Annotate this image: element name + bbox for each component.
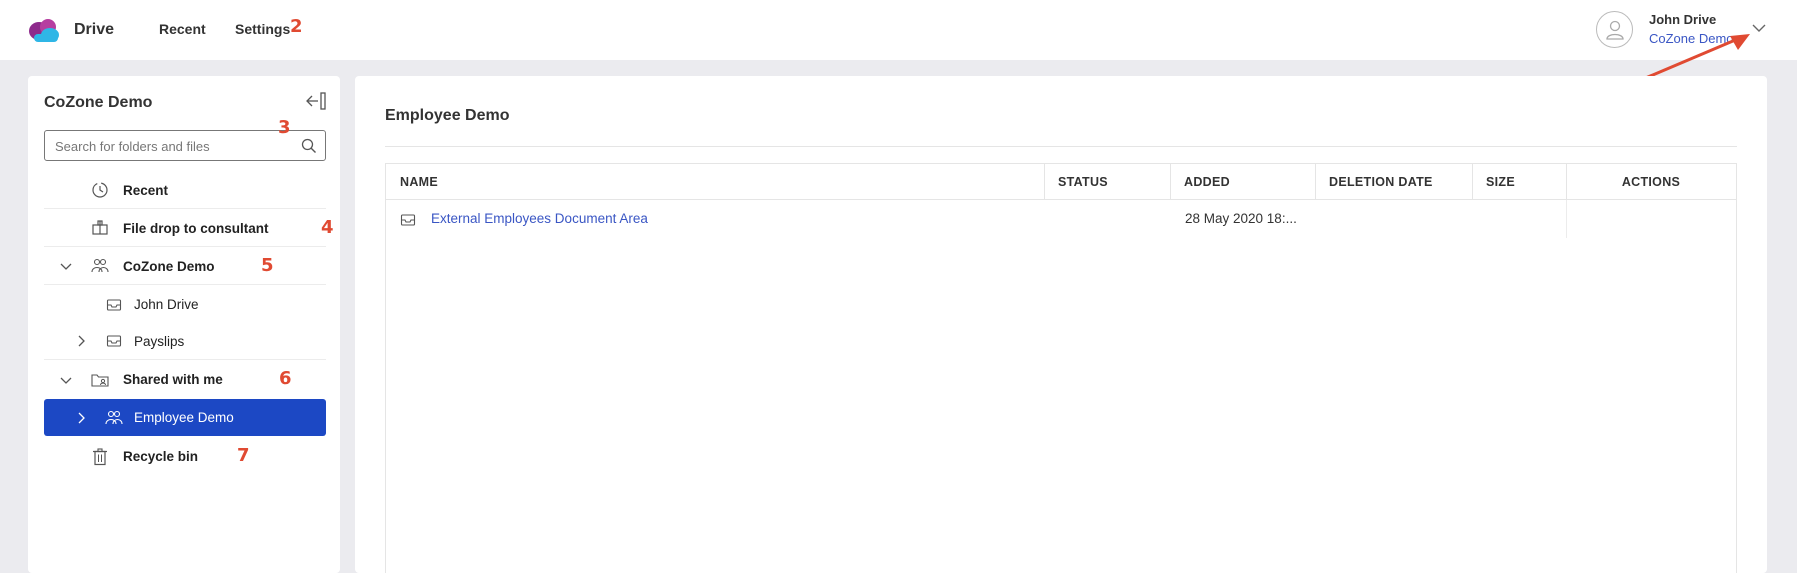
annotation-number: 5 — [261, 255, 274, 276]
file-name-link[interactable]: External Employees Document Area — [431, 200, 648, 238]
file-added-date: 28 May 2020 18:... — [1185, 211, 1297, 226]
column-header-deletion-date[interactable]: DELETION DATE — [1315, 164, 1433, 200]
column-header-size[interactable]: SIZE — [1472, 164, 1515, 200]
chevron-right-icon[interactable] — [74, 334, 88, 348]
sidebar: CoZone Demo Recent File drop to consulta… — [28, 76, 340, 573]
clock-icon — [90, 180, 110, 200]
sidebar-item-employee-demo[interactable]: Employee Demo — [44, 399, 326, 436]
sidebar-title: CoZone Demo — [44, 94, 153, 111]
sidebar-item-label: Recent — [123, 182, 169, 198]
trash-icon — [90, 447, 110, 467]
chevron-down-icon[interactable] — [59, 259, 73, 273]
collapse-sidebar-icon[interactable] — [305, 91, 329, 111]
inbox-icon — [104, 295, 124, 315]
sidebar-item-label: Recycle bin — [123, 449, 199, 464]
sidebar-item-john-drive[interactable]: John Drive — [44, 286, 326, 323]
sidebar-item-label: Employee Demo — [134, 410, 234, 425]
search-input[interactable] — [55, 137, 285, 155]
annotation-number: 7 — [237, 445, 250, 466]
top-bar: Drive Recent Settings John Drive CoZone … — [0, 0, 1797, 60]
page-title: Employee Demo — [385, 107, 510, 124]
nav-settings[interactable]: Settings — [235, 21, 290, 37]
annotation-number: 2 — [290, 16, 303, 37]
table-row[interactable]: External Employees Document Area 28 May … — [386, 200, 1736, 238]
shared-folder-icon — [90, 370, 110, 390]
sidebar-item-cozone-demo[interactable]: CoZone Demo 5 — [44, 248, 326, 285]
annotation-number: 3 — [278, 117, 291, 138]
divider — [385, 146, 1737, 147]
nav-recent[interactable]: Recent — [159, 21, 206, 37]
group-icon — [104, 408, 124, 428]
sidebar-item-file-drop[interactable]: File drop to consultant 4 — [44, 210, 334, 247]
user-name: John Drive — [1649, 12, 1717, 27]
annotation-number: 4 — [321, 217, 334, 238]
sidebar-item-label: Payslips — [134, 333, 185, 349]
inbox-icon — [400, 214, 416, 226]
sidebar-item-shared-with-me[interactable]: Shared with me 6 — [44, 361, 326, 398]
sidebar-item-label: CoZone Demo — [123, 258, 215, 274]
column-header-name[interactable]: NAME — [386, 164, 438, 200]
drive-logo-icon[interactable] — [28, 18, 60, 44]
search-icon[interactable] — [301, 138, 317, 154]
table-header: NAME STATUS ADDED DELETION DATE SIZE ACT… — [386, 164, 1736, 200]
main-panel: Employee Demo NAME STATUS ADDED DELETION… — [355, 76, 1767, 573]
chevron-down-icon[interactable] — [59, 373, 73, 387]
annotation-number: 6 — [279, 368, 292, 389]
sidebar-item-recent[interactable]: Recent — [44, 172, 326, 209]
sidebar-item-payslips[interactable]: Payslips — [44, 323, 326, 360]
column-header-added[interactable]: ADDED — [1170, 164, 1230, 200]
file-drop-icon — [90, 218, 110, 238]
column-header-actions: ACTIONS — [1621, 175, 1681, 189]
sidebar-item-label: Shared with me — [123, 372, 223, 387]
group-icon — [90, 256, 110, 276]
sidebar-item-recycle-bin[interactable]: Recycle bin 7 — [44, 438, 326, 475]
column-divider — [1566, 200, 1567, 238]
sidebar-item-label: John Drive — [134, 297, 199, 312]
column-header-status[interactable]: STATUS — [1044, 164, 1108, 200]
chevron-right-icon[interactable] — [74, 411, 88, 425]
file-table: NAME STATUS ADDED DELETION DATE SIZE ACT… — [385, 163, 1737, 573]
app-brand[interactable]: Drive — [74, 21, 114, 39]
inbox-icon — [104, 331, 124, 351]
sidebar-item-label: File drop to consultant — [123, 220, 269, 236]
